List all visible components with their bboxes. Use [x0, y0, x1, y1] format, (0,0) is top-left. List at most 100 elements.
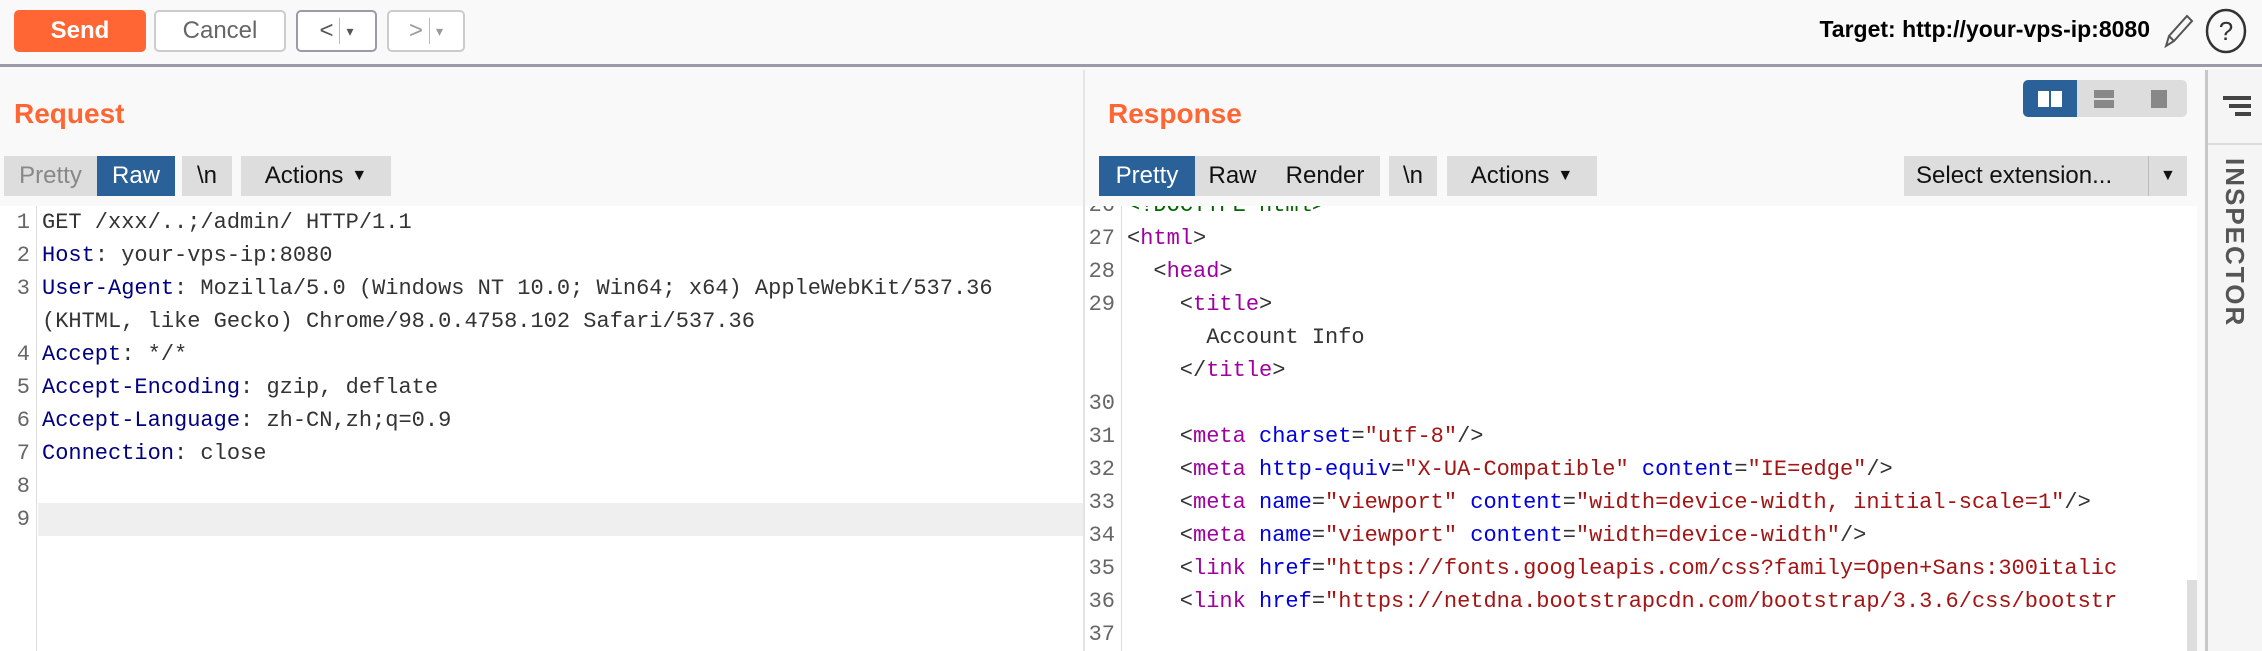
tab-pretty[interactable]: Pretty	[1099, 156, 1195, 196]
code-token: Accept-Encoding	[42, 375, 241, 400]
code-token: />	[1457, 424, 1484, 449]
code-line: 30	[1085, 387, 2187, 420]
code-token: content	[1470, 490, 1563, 515]
svg-text:?: ?	[2219, 16, 2233, 46]
code-token: =	[1562, 490, 1576, 515]
code-token: />	[1866, 457, 1893, 482]
code-token: Host	[42, 243, 95, 268]
tab-render[interactable]: Render	[1270, 156, 1380, 196]
forward-icon: >	[408, 17, 423, 44]
code-token: "width=device-width"	[1575, 523, 1840, 548]
code-token: "https://fonts.googleapis.com/css?family…	[1325, 556, 2118, 581]
back-button[interactable]: < ▾	[296, 10, 377, 52]
line-number: 29	[1088, 292, 1115, 317]
code-token: Account Info	[1127, 325, 1365, 350]
code-token: <	[1127, 523, 1194, 548]
pencil-icon[interactable]	[2160, 12, 2194, 50]
actions-menu[interactable]: Actions ▼	[241, 156, 391, 196]
code-token: =	[1311, 589, 1326, 614]
code-token: =	[1311, 490, 1326, 515]
single-pane-icon	[2151, 89, 2167, 108]
code-token: "utf-8"	[1364, 424, 1458, 449]
line-number: 2	[16, 243, 30, 268]
code-token: "https://netdna.bootstrapcdn.com/bootstr…	[1325, 589, 2118, 614]
back-dropdown-icon[interactable]: ▾	[346, 23, 353, 40]
code-token: <	[1127, 556, 1194, 581]
forward-dropdown-icon[interactable]: ▾	[436, 23, 443, 40]
code-token: : Mozilla/5.0 (Windows NT 10.0; Win64; x…	[174, 276, 993, 301]
code-line: </title>	[1085, 354, 2187, 387]
tab-raw[interactable]: Raw	[97, 156, 175, 196]
line-number: 1	[16, 210, 30, 235]
select-extension-dropdown[interactable]: Select extension... ▼	[1904, 156, 2187, 196]
forward-button[interactable]: > ▾	[387, 10, 465, 52]
tab-raw[interactable]: Raw	[1195, 156, 1270, 196]
code-line: 36 <link href="https://netdna.bootstrapc…	[1085, 585, 2187, 618]
code-line: 6 Accept-Language: zh-CN,zh;q=0.9	[0, 404, 1083, 437]
code-line: 2 Host: your-vps-ip:8080	[0, 239, 1083, 272]
response-editor[interactable]: 26<!DOCTYPE html>27<html>28 <head>29 <ti…	[1085, 206, 2187, 651]
send-button[interactable]: Send	[14, 10, 146, 52]
code-token: meta	[1193, 457, 1260, 482]
actions-label: Actions	[1470, 162, 1550, 189]
code-line: 7 Connection: close	[0, 437, 1083, 470]
scrollbar[interactable]	[2187, 206, 2197, 651]
actions-menu[interactable]: Actions ▼	[1447, 156, 1597, 196]
code-token: <	[1127, 490, 1194, 515]
line-number: 27	[1088, 226, 1115, 251]
menu-lines-icon[interactable]	[2223, 94, 2251, 118]
cancel-button[interactable]: Cancel	[154, 10, 286, 52]
code-token: =	[1311, 523, 1326, 548]
code-line: 9	[17, 503, 1083, 536]
line-number: 36	[1088, 589, 1115, 614]
layout-stacked-button[interactable]	[2077, 80, 2131, 117]
code-line: Account Info	[1085, 321, 2187, 354]
code-token: "width=device-width, initial-scale=1"	[1575, 490, 2065, 515]
code-token: href	[1259, 556, 1312, 581]
code-token: >	[1219, 259, 1233, 284]
code-token: content	[1641, 457, 1735, 482]
line-number: 9	[16, 507, 30, 532]
code-token: Accept-Language	[42, 408, 241, 433]
code-token: html	[1140, 226, 1194, 251]
code-token: <	[1127, 226, 1141, 251]
layout-side-by-side-button[interactable]	[2023, 80, 2077, 117]
line-number: 5	[16, 375, 30, 400]
newline-toggle[interactable]: \n	[1389, 156, 1437, 196]
code-line: 33 <meta name="viewport" content="width=…	[1085, 486, 2187, 519]
request-editor[interactable]: 1 GET /xxx/..;/admin/ HTTP/1.1 2 Host: your…	[0, 206, 1083, 651]
toolbar: Send Cancel < ▾ > ▾ Target: http://your-vp…	[0, 0, 2262, 67]
code-token: Connection	[42, 441, 175, 466]
code-token: "IE=edge"	[1747, 457, 1867, 482]
tab-pretty[interactable]: Pretty	[4, 156, 97, 196]
code-line: 8	[0, 470, 1083, 503]
code-token: meta	[1193, 523, 1260, 548]
line-number: 4	[16, 342, 30, 367]
code-token: <	[1127, 424, 1194, 449]
inspector-tab[interactable]: INSPECTOR	[2219, 158, 2250, 327]
code-token: =	[1311, 556, 1326, 581]
code-token: content	[1470, 523, 1563, 548]
code-token: "viewport"	[1325, 490, 1458, 515]
code-line: 3 User-Agent: Mozilla/5.0 (Windows NT 10.…	[0, 272, 1083, 305]
code-line: 28 <head>	[1085, 255, 2187, 288]
code-line: 29 <title>	[1085, 288, 2187, 321]
scrollbar-thumb[interactable]	[2187, 580, 2197, 651]
code-token: "viewport"	[1325, 523, 1458, 548]
inspector-sidebar: INSPECTOR	[2205, 70, 2262, 651]
help-icon[interactable]: ?	[2204, 8, 2248, 54]
code-token: title	[1206, 358, 1273, 383]
code-line: (KHTML, like Gecko) Chrome/98.0.4758.102…	[0, 305, 1083, 338]
code-line: 32 <meta http-equiv="X-UA-Compatible" co…	[1085, 453, 2187, 486]
code-token: link	[1193, 556, 1260, 581]
chevron-down-icon: ▼	[2160, 167, 2176, 184]
back-icon: <	[319, 17, 334, 44]
code-token: name	[1259, 490, 1312, 515]
code-line: 31 <meta charset="utf-8"/>	[1085, 420, 2187, 453]
code-token: head	[1166, 259, 1220, 284]
newline-toggle[interactable]: \n	[182, 156, 232, 196]
layout-single-button[interactable]	[2131, 80, 2187, 117]
